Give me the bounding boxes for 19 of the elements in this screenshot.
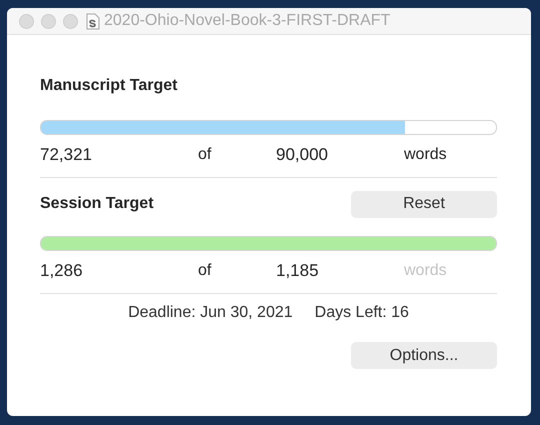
minimize-button[interactable] (41, 14, 56, 28)
word-count: 1,286 (40, 261, 84, 281)
zoom-button[interactable] (63, 14, 78, 28)
of-label: of (198, 146, 212, 164)
unit-label: words (404, 262, 448, 280)
close-button[interactable] (19, 14, 34, 28)
deadline-label: Deadline: Jun 30, 2021 (128, 304, 293, 322)
word-goal: 1,185 (276, 261, 320, 281)
section-heading: Manuscript Target (40, 77, 178, 95)
window-title: 2020-Ohio-Novel-Book-3-FIRST-DRAFT (104, 12, 390, 30)
reset-button[interactable]: Reset (351, 190, 497, 218)
unit-label: words (404, 146, 448, 164)
of-label: of (198, 262, 212, 280)
options-button[interactable]: Options... (351, 342, 497, 369)
word-count: 72,321 (40, 145, 93, 165)
word-goal: 90,000 (276, 145, 329, 165)
days-left-label: Days Left: 16 (314, 304, 409, 322)
section-heading: Session Target (40, 195, 154, 213)
document-icon (86, 12, 100, 30)
